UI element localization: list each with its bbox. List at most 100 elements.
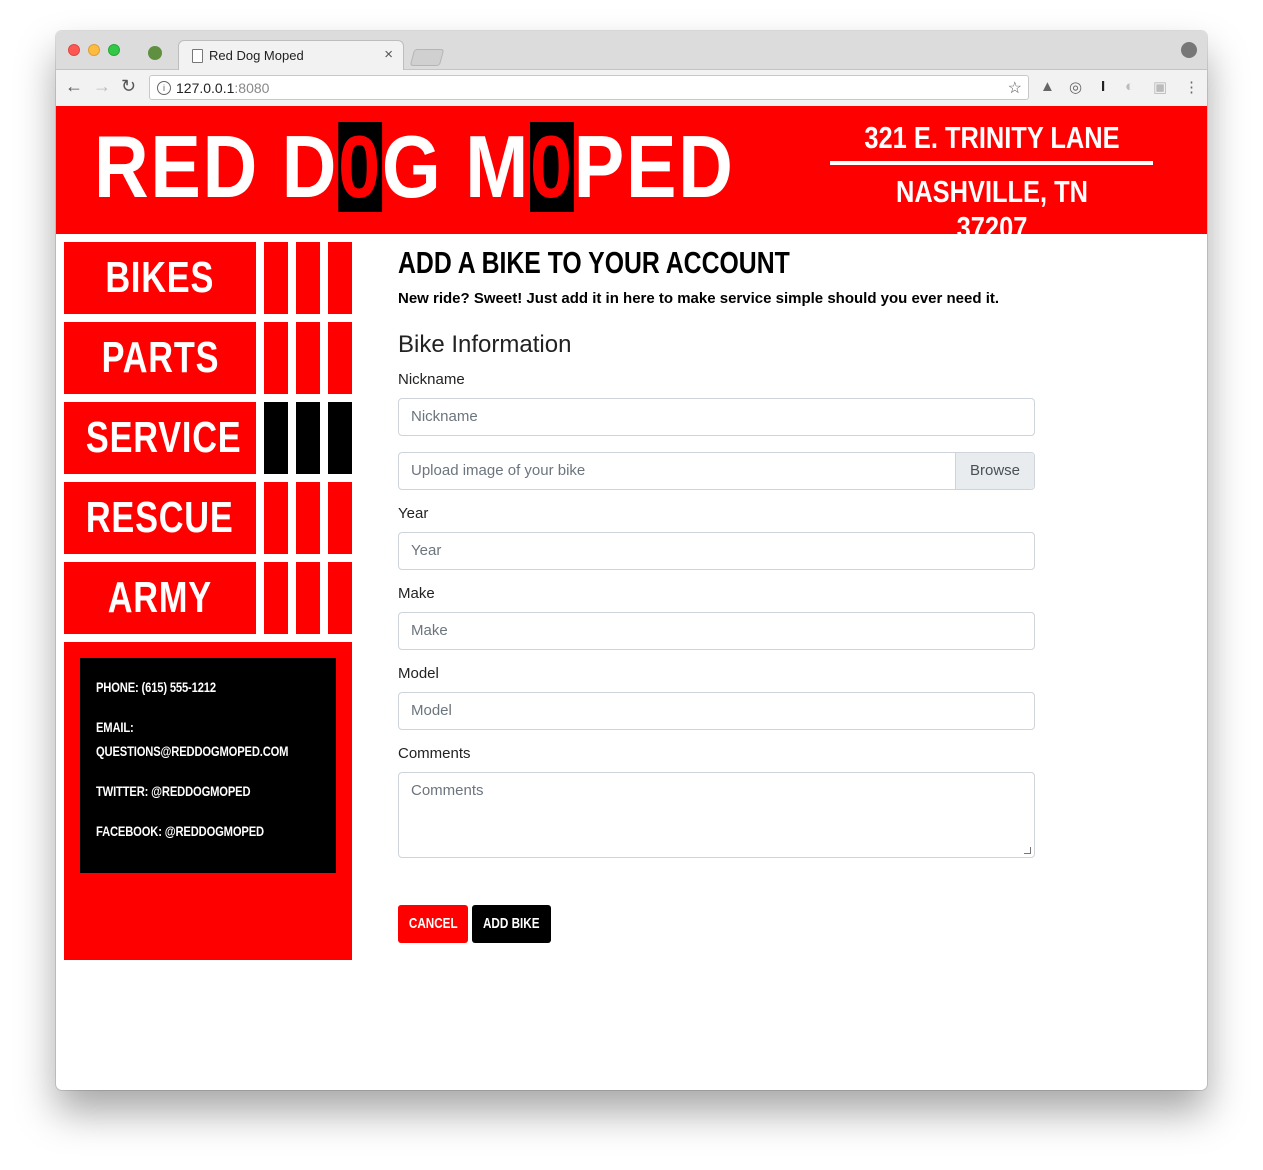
- logo-text-2: G M: [381, 117, 530, 216]
- page-intro: New ride? Sweet! Just add it in here to …: [398, 290, 1000, 307]
- page-icon: [192, 49, 203, 63]
- nickname-input[interactable]: Nickname: [398, 398, 1035, 436]
- menu-dots-icon[interactable]: ⋮: [1184, 78, 1199, 96]
- browser-toolbar: ← → ↻ i 127.0.0.1:8080 ☆ ▲ ◎ I ◐ ▣ ⋮: [56, 70, 1207, 107]
- add-bike-button-label: ADD BIKE: [483, 915, 540, 932]
- make-placeholder: Make: [411, 622, 448, 639]
- nav-stripe: [296, 322, 320, 394]
- nav-label-text: ARMY: [107, 573, 213, 622]
- site-header: RED D0G M0PED 321 E. TRINITY LANE NASHVI…: [56, 106, 1207, 245]
- make-label: Make: [398, 585, 435, 602]
- url-port: :8080: [234, 80, 270, 96]
- address-bar[interactable]: i 127.0.0.1:8080 ☆: [149, 75, 1029, 100]
- nav-stripe: [328, 322, 352, 394]
- logo-text-1: RED D: [94, 117, 339, 216]
- password-icon[interactable]: ◎: [1069, 78, 1082, 96]
- nav-label: PARTS: [64, 322, 256, 394]
- nav-label: BIKES: [64, 242, 256, 314]
- page-title: ADD A BIKE TO YOUR ACCOUNT: [398, 245, 790, 280]
- bike-image-upload[interactable]: Upload image of your bike Browse: [398, 452, 1035, 490]
- nav-label-text: PARTS: [101, 333, 219, 382]
- comments-placeholder: Comments: [411, 782, 484, 799]
- extension-icon[interactable]: [148, 46, 162, 60]
- nav-stripe: [328, 562, 352, 634]
- model-placeholder: Model: [411, 702, 452, 719]
- resize-handle-icon[interactable]: [1024, 847, 1031, 854]
- back-arrow-icon[interactable]: ←: [65, 76, 83, 97]
- nav-stripe: [296, 562, 320, 634]
- make-input[interactable]: Make: [398, 612, 1035, 650]
- contact-facebook[interactable]: FACEBOOK: @REDDOGMOPED: [96, 823, 264, 839]
- nav-label-text: BIKES: [105, 253, 215, 302]
- bookmark-star-icon[interactable]: ☆: [1008, 78, 1022, 98]
- cancel-button[interactable]: CANCEL: [398, 905, 468, 943]
- instapaper-icon[interactable]: I: [1101, 78, 1105, 95]
- upload-placeholder: Upload image of your bike: [411, 462, 586, 479]
- nav-label-text: SERVICE: [85, 413, 242, 462]
- extension-square-icon[interactable]: ▣: [1153, 78, 1167, 96]
- site-logo[interactable]: RED D0G M0PED: [94, 122, 735, 212]
- nav-item-rescue[interactable]: RESCUE: [64, 482, 352, 554]
- browser-window: Red Dog Moped × ← → ↻ i 127.0.0.1:8080 ☆…: [56, 31, 1207, 1090]
- nickname-label: Nickname: [398, 371, 465, 388]
- contact-twitter[interactable]: TWITTER: @REDDOGMOPED: [96, 783, 251, 799]
- drive-icon[interactable]: ▲: [1040, 78, 1055, 95]
- nav-item-parts[interactable]: PARTS: [64, 322, 352, 394]
- tab-title: Red Dog Moped: [209, 48, 304, 63]
- nav-stripe: [264, 482, 288, 554]
- section-title: Bike Information: [398, 331, 572, 358]
- contact-email[interactable]: QUESTIONS@REDDOGMOPED.COM: [96, 743, 289, 759]
- browse-button[interactable]: Browse: [955, 453, 1034, 489]
- address-line-1: 321 E. TRINITY LANE: [864, 120, 1120, 155]
- nav-stripe: [328, 482, 352, 554]
- add-bike-button[interactable]: ADD BIKE: [472, 905, 551, 943]
- logo-o-1: 0: [338, 117, 382, 216]
- tab-close-icon[interactable]: ×: [384, 46, 393, 63]
- title-bar: Red Dog Moped ×: [56, 31, 1207, 70]
- nav-stripe: [264, 322, 288, 394]
- address-line-2: NASHVILLE, TN 37207: [895, 174, 1089, 245]
- nav-stripe: [264, 242, 288, 314]
- contact-panel: PHONE: (615) 555-1212 EMAIL: QUESTIONS@R…: [64, 642, 352, 960]
- logo-o-2: 0: [529, 117, 574, 216]
- nav-label: SERVICE: [64, 402, 256, 474]
- model-input[interactable]: Model: [398, 692, 1035, 730]
- nav-label-text: RESCUE: [86, 493, 234, 542]
- browser-tab[interactable]: Red Dog Moped ×: [178, 40, 404, 70]
- minimize-window-button[interactable]: [88, 44, 100, 56]
- url-host: 127.0.0.1: [176, 80, 235, 96]
- nav-stripe: [296, 482, 320, 554]
- reload-icon[interactable]: ↻: [121, 76, 136, 97]
- comments-textarea[interactable]: Comments: [398, 772, 1035, 858]
- nav-stripe: [296, 242, 320, 314]
- nav-stripe: [264, 562, 288, 634]
- nav-item-army[interactable]: ARMY: [64, 562, 352, 634]
- model-label: Model: [398, 665, 439, 682]
- nav-stripe: [264, 402, 288, 474]
- nav-item-service[interactable]: SERVICE: [64, 402, 352, 474]
- year-label: Year: [398, 505, 429, 522]
- maximize-window-button[interactable]: [108, 44, 120, 56]
- contact-phone[interactable]: PHONE: (615) 555-1212: [96, 679, 216, 695]
- nav-item-bikes[interactable]: BIKES: [64, 242, 352, 314]
- contact-info: PHONE: (615) 555-1212 EMAIL: QUESTIONS@R…: [80, 658, 336, 873]
- forward-arrow-icon[interactable]: →: [93, 76, 111, 97]
- year-input[interactable]: Year: [398, 532, 1035, 570]
- nav-label: RESCUE: [64, 482, 256, 554]
- nav-stripe: [296, 402, 320, 474]
- nav-label: ARMY: [64, 562, 256, 634]
- comments-label: Comments: [398, 745, 471, 762]
- nav-stripe: [328, 242, 352, 314]
- logo-text-3: PED: [573, 117, 735, 216]
- nickname-placeholder: Nickname: [411, 408, 478, 425]
- nav-stripe: [328, 402, 352, 474]
- profile-icon[interactable]: [1181, 42, 1197, 58]
- cancel-button-label: CANCEL: [408, 915, 458, 932]
- close-window-button[interactable]: [68, 44, 80, 56]
- extension-leaf-icon[interactable]: ◐: [1125, 78, 1134, 95]
- info-icon[interactable]: i: [157, 81, 171, 95]
- new-tab-button[interactable]: [409, 49, 445, 66]
- contact-email-label: EMAIL:: [96, 719, 134, 735]
- year-placeholder: Year: [411, 542, 442, 559]
- url-text: 127.0.0.1:8080: [176, 80, 269, 96]
